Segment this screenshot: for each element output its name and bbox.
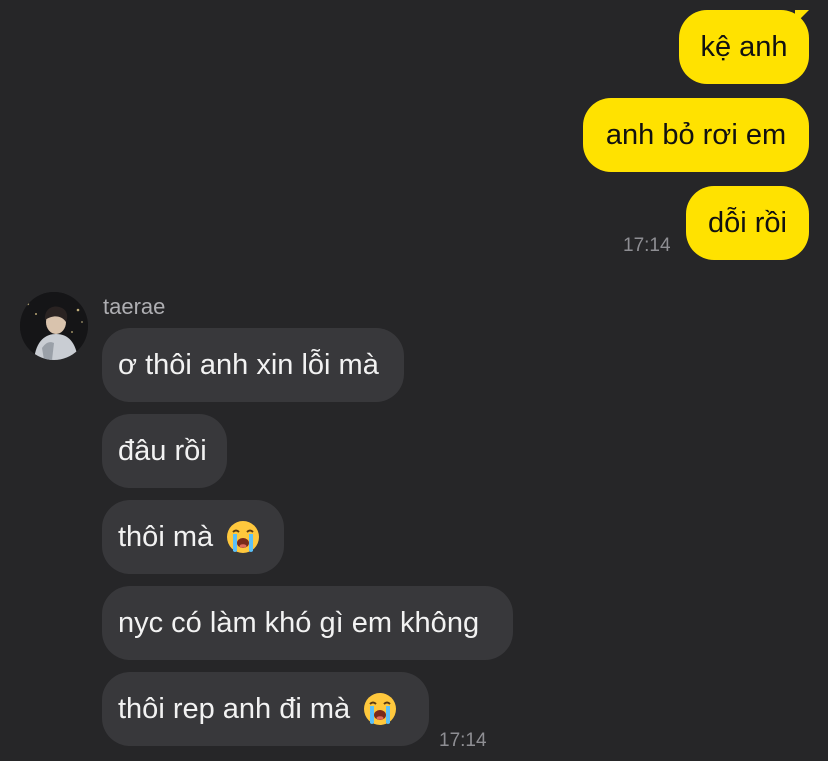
outgoing-message[interactable]: dỗi rồi [686,186,809,260]
message-timestamp: 17:14 [623,235,671,256]
message-text: ơ thôi anh xin lỗi mà [118,348,379,381]
incoming-message[interactable]: ơ thôi anh xin lỗi mà [102,328,404,402]
message-text: kệ anh [700,30,788,63]
loudly-crying-face-icon [362,691,398,727]
message-text: nyc có làm khó gì em không [118,606,480,639]
message-timestamp: 17:14 [439,730,487,751]
message-text: thôi mà [118,520,214,553]
loudly-crying-face-icon [225,519,261,555]
incoming-message[interactable]: thôi rep anh đi mà [102,672,429,746]
incoming-message[interactable]: nyc có làm khó gì em không [102,586,513,660]
message-text: đâu rồi [118,434,207,467]
avatar[interactable] [20,292,88,360]
outgoing-message[interactable]: kệ anh [679,10,809,84]
message-text: thôi rep anh đi mà [118,692,351,725]
incoming-message[interactable]: đâu rồi [102,414,227,488]
sender-name: taerae [103,294,166,319]
outgoing-message[interactable]: anh bỏ rơi em [583,98,809,172]
message-text: dỗi rồi [708,206,787,239]
incoming-message[interactable]: thôi mà [102,500,284,574]
message-text: anh bỏ rơi em [605,118,787,151]
